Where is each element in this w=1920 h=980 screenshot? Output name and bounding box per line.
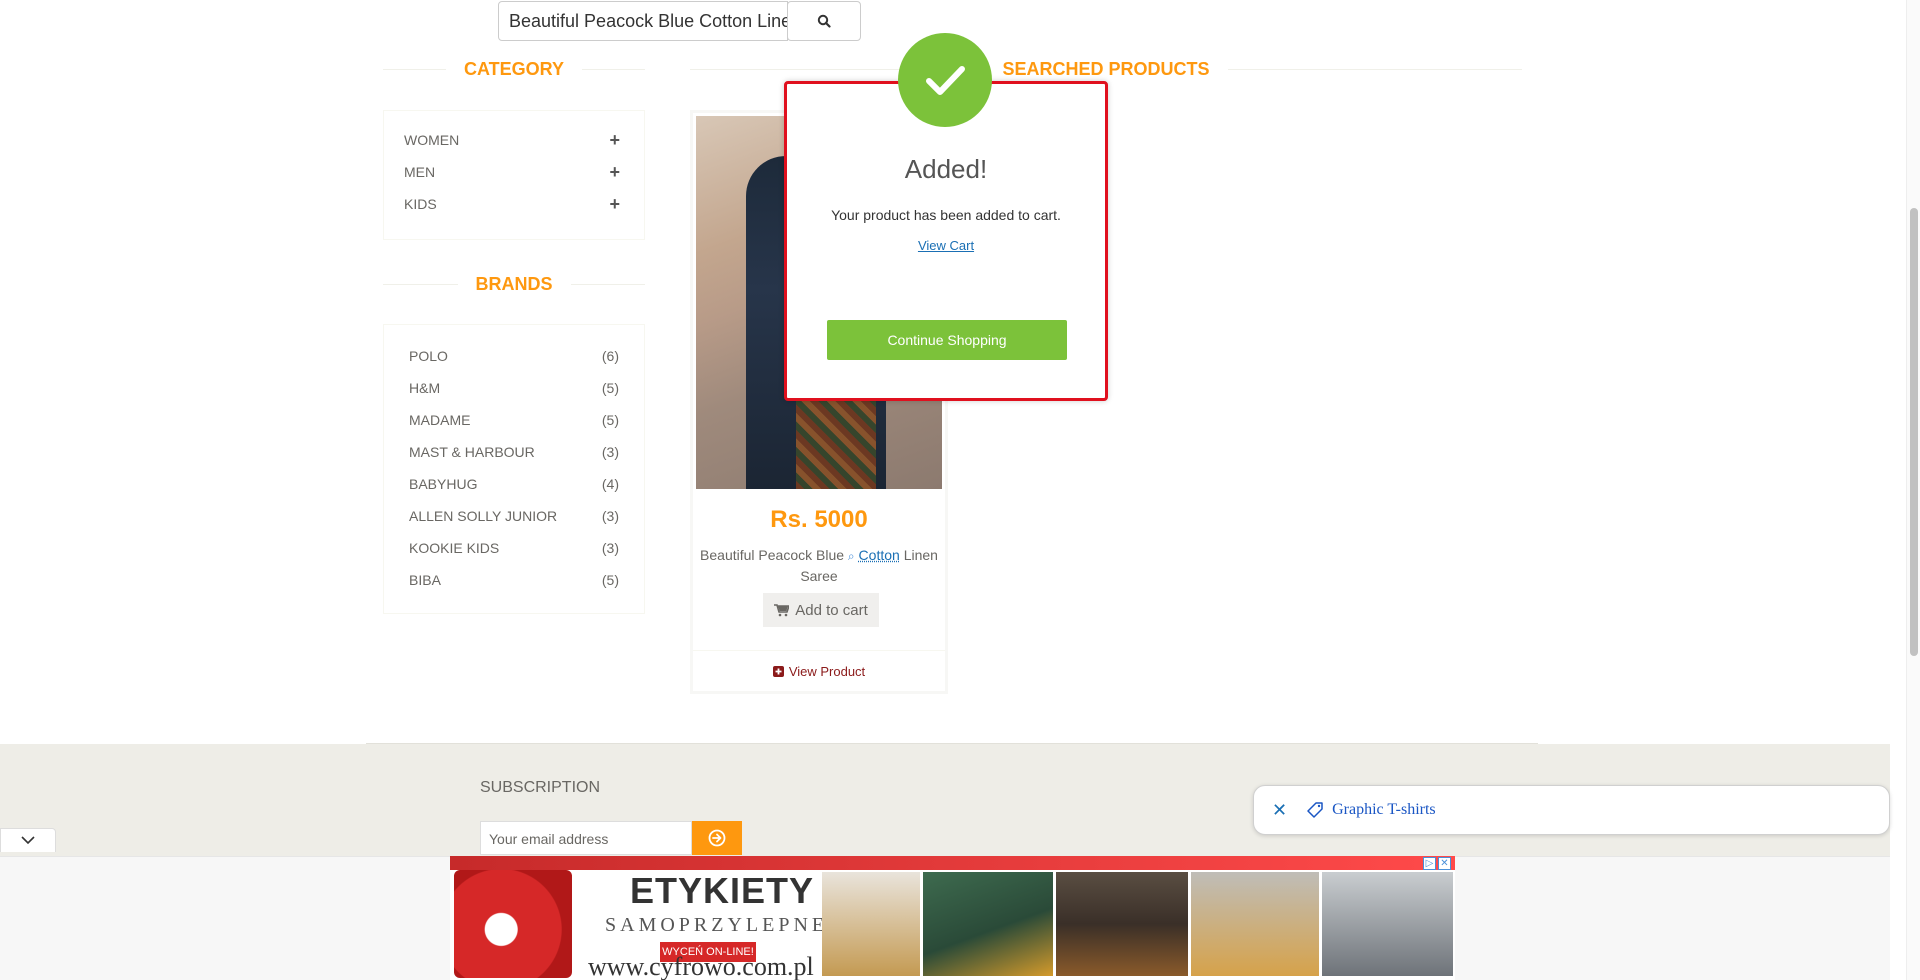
brand-item[interactable]: BABYHUG (4): [409, 473, 619, 495]
product-name: Beautiful Peacock Blue ⌕ Cotton Linen Sa…: [693, 545, 945, 586]
modal-title: Added!: [904, 154, 988, 184]
plus-icon[interactable]: +: [609, 195, 620, 213]
brand-count: (4): [601, 476, 619, 492]
brands-heading-text: Brands: [475, 273, 553, 294]
view-product-link[interactable]: View Product: [693, 664, 945, 679]
category-label: KIDS: [404, 196, 437, 212]
brand-count: (5): [601, 572, 619, 588]
subscribe-button[interactable]: [692, 821, 742, 855]
brand-count: (3): [601, 444, 619, 460]
add-to-cart-label: Add to cart: [795, 601, 868, 619]
ad-photo: [1191, 872, 1319, 976]
ad-subtitle: SAMOPRZYLEPNE: [605, 914, 829, 936]
label-roll-image: [454, 870, 572, 978]
plus-square-icon: [772, 666, 784, 677]
close-icon[interactable]: ✕: [1272, 800, 1287, 821]
modal-message: Your product has been added to cart.: [831, 207, 1061, 223]
category-item-women[interactable]: WOMEN +: [404, 128, 620, 152]
brands-panel: POLO (6) H&M (5) MADAME (5) MAST & HARBOUR (…: [383, 324, 645, 614]
ad-url: www.cyfrowo.com.pl: [588, 952, 814, 980]
view-product-label: View Product: [788, 664, 866, 679]
collapse-ad-button[interactable]: [0, 828, 56, 852]
brand-item[interactable]: POLO (6): [409, 345, 619, 367]
subscription-title: Subscription: [480, 779, 601, 796]
view-cart-link[interactable]: View Cart: [787, 238, 1105, 253]
brand-item[interactable]: ALLEN SOLLY JUNIOR (3): [409, 505, 619, 527]
brand-name: BIBA: [409, 572, 441, 588]
ad-photo: [1056, 872, 1188, 976]
brand-name: POLO: [409, 348, 448, 364]
brand-item[interactable]: MAST & HARBOUR (3): [409, 441, 619, 463]
brands-heading: Brands: [383, 271, 646, 297]
category-item-kids[interactable]: KIDS +: [404, 192, 620, 216]
email-field[interactable]: Your email address: [480, 821, 692, 855]
brand-item[interactable]: H&M (5): [409, 377, 619, 399]
arrow-circle-right-icon: [708, 829, 726, 847]
ad-choices-icon[interactable]: ▷: [1423, 857, 1436, 870]
category-label: MEN: [404, 164, 436, 180]
brand-item[interactable]: KOOKIE KIDS (3): [409, 537, 619, 559]
plus-icon[interactable]: +: [609, 163, 620, 181]
category-label: WOMEN: [404, 132, 460, 148]
suggestion-pill[interactable]: ✕ Graphic T-shirts: [1253, 785, 1890, 835]
ad-photo: [822, 872, 920, 976]
brand-item[interactable]: BIBA (5): [409, 569, 619, 591]
search-bar: Beautiful Peacock Blue Cotton Linen Sare…: [498, 1, 862, 41]
search-button[interactable]: [787, 1, 861, 41]
product-name-part1: Beautiful Peacock Blue: [700, 547, 845, 563]
brand-name: MAST & HARBOUR: [409, 444, 535, 460]
ad-photo: [1322, 872, 1453, 976]
product-price: Rs. 5000: [770, 506, 868, 533]
category-heading: Category: [383, 56, 646, 82]
continue-shopping-button[interactable]: Continue Shopping: [827, 320, 1067, 360]
cart-icon: [774, 603, 790, 616]
brand-name: KOOKIE KIDS: [409, 540, 500, 556]
brand-count: (3): [601, 540, 619, 556]
category-panel: WOMEN + MEN + KIDS +: [383, 110, 645, 240]
brand-name: ALLEN SOLLY JUNIOR: [409, 508, 558, 524]
ad-title: ETYKIETY: [630, 870, 815, 911]
brand-count: (5): [601, 380, 619, 396]
success-check-icon: [898, 33, 992, 127]
search-input[interactable]: Beautiful Peacock Blue Cotton Linen Sare…: [498, 1, 788, 41]
brand-item[interactable]: MADAME (5): [409, 409, 619, 431]
category-item-men[interactable]: MEN +: [404, 160, 620, 184]
scrollbar[interactable]: [1906, 0, 1920, 980]
added-to-cart-modal: Added! Your product has been added to ca…: [784, 81, 1108, 401]
ad-controls: ▷ ✕: [1423, 857, 1451, 870]
brand-name: BABYHUG: [409, 476, 478, 492]
chevron-down-icon: [21, 836, 35, 845]
searched-products-heading: Searched Products: [690, 56, 1522, 82]
ad-close-icon[interactable]: ✕: [1438, 857, 1451, 870]
category-heading-text: Category: [464, 58, 565, 79]
plus-icon[interactable]: +: [609, 131, 620, 149]
add-to-cart-button[interactable]: Add to cart: [763, 593, 879, 627]
magnifier-icon: ⌕: [847, 549, 855, 563]
ad-photo: [923, 872, 1053, 976]
tag-icon: [1307, 801, 1323, 818]
scrollbar-thumb[interactable]: [1910, 208, 1918, 656]
searched-products-heading-text: Searched Products: [1002, 58, 1210, 79]
suggestion-label: Graphic T-shirts: [1332, 801, 1436, 818]
brand-name: H&M: [409, 380, 441, 396]
ad-banner[interactable]: ETYKIETY SAMOPRZYLEPNE WYCEŃ ON-LINE! ww…: [450, 856, 1455, 980]
brand-count: (5): [601, 412, 619, 428]
product-name-link[interactable]: Cotton: [859, 547, 900, 563]
brand-count: (3): [601, 508, 619, 524]
search-icon: [817, 14, 831, 28]
brand-name: MADAME: [409, 412, 471, 428]
brand-count: (6): [601, 348, 619, 364]
